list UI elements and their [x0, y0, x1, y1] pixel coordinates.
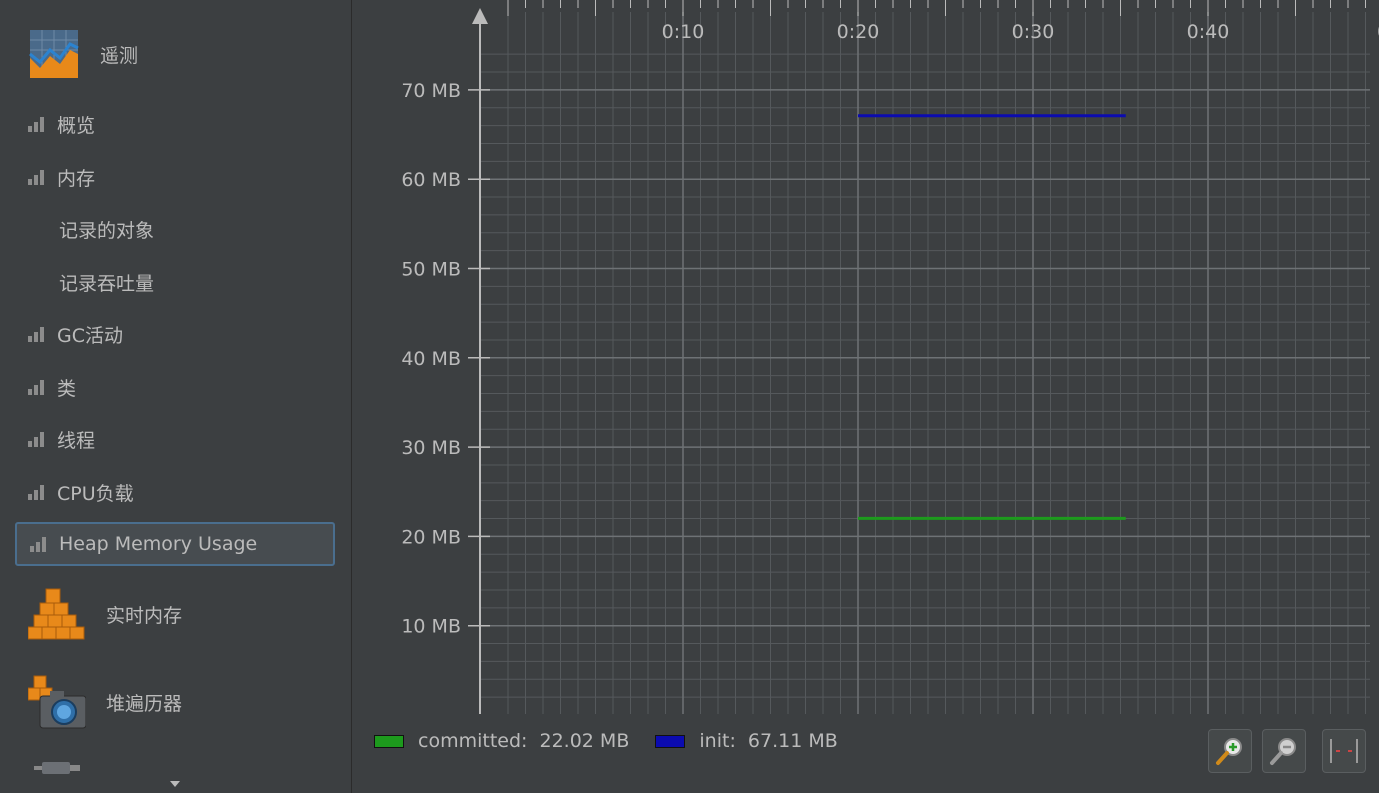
legend-label-committed: committed	[418, 730, 522, 752]
sidebar-item-label: CPU负载	[57, 482, 134, 505]
x-tick-label: 0:30	[1012, 21, 1055, 43]
bar-chart-icon	[28, 170, 44, 185]
fit-button[interactable]	[1322, 729, 1366, 773]
sidebar: 遥测 概览内存记录的对象记录吞吐量 GC活动类线程 CPU负载 Heap Memory…	[0, 0, 352, 793]
nav-telemetry-label: 遥测	[100, 44, 139, 67]
sidebar-item-label: GC活动	[57, 324, 123, 347]
sidebar-item-label: 内存	[57, 167, 96, 190]
sidebar-item-8[interactable]: Heap Memory Usage	[15, 522, 335, 566]
bar-chart-icon	[28, 117, 44, 132]
sidebar-item-label: 记录吞吐量	[59, 272, 155, 295]
y-tick-label: 70 MB	[401, 80, 461, 102]
zoom-in-icon	[1216, 738, 1242, 765]
bar-chart-icon	[28, 432, 44, 447]
sidebar-item-5[interactable]: 类	[15, 365, 335, 409]
zoom-in-button[interactable]	[1208, 729, 1252, 773]
nav-heap-walker-label: 堆遍历器	[106, 692, 183, 715]
legend-entry-committed: committed: 22.02 MB	[374, 730, 629, 752]
telemetry-chart-icon	[29, 30, 79, 78]
nav-telemetry[interactable]: 遥测	[28, 24, 138, 84]
camera-cubes-icon	[28, 675, 86, 729]
bar-chart-icon	[28, 327, 44, 342]
sidebar-item-label: 概览	[57, 114, 96, 137]
legend-entry-init: init: 67.11 MB	[655, 730, 838, 752]
y-tick-label: 60 MB	[401, 169, 461, 191]
sidebar-item-7[interactable]: CPU负载	[15, 470, 335, 514]
sidebar-item-1[interactable]: 内存	[15, 155, 335, 199]
chart-legend: committed: 22.02 MB init: 67.11 MB	[374, 728, 864, 754]
x-tick-label: 0:10	[662, 21, 705, 43]
sidebar-item-2[interactable]: 记录的对象	[15, 207, 335, 251]
orange-cubes-icon	[28, 588, 85, 640]
bar-chart-icon	[30, 537, 46, 552]
nav-live-memory-label: 实时内存	[106, 604, 183, 627]
sidebar-item-3[interactable]: 记录吞吐量	[15, 260, 335, 304]
legend-value-committed: 22.02 MB	[539, 730, 630, 752]
sidebar-item-6[interactable]: 线程	[15, 417, 335, 461]
chart-canvas[interactable]: 10 MB 20 MB 30 MB 40 MB 50 MB 60 MB 70 MB 0:10 0…	[352, 0, 1379, 720]
sidebar-item-label: 线程	[57, 429, 96, 452]
plug-icon[interactable]	[34, 760, 82, 776]
sidebar-item-4[interactable]: GC活动	[15, 312, 335, 356]
y-tick-label: 10 MB	[401, 616, 461, 638]
heap-memory-chart: 10 MB 20 MB 30 MB 40 MB 50 MB 60 MB 70 MB 0:10 0…	[352, 0, 1379, 793]
sidebar-item-label: Heap Memory Usage	[59, 533, 258, 555]
y-tick-label: 20 MB	[401, 526, 461, 548]
legend-label-init: init	[699, 730, 730, 752]
fit-width-icon	[1330, 739, 1358, 763]
zoom-out-icon	[1270, 738, 1296, 765]
bar-chart-icon	[28, 380, 44, 395]
chevron-down-icon[interactable]	[169, 780, 181, 788]
nav-live-memory[interactable]: 实时内存	[28, 584, 182, 644]
y-tick-label: 50 MB	[401, 259, 461, 281]
bar-chart-icon	[28, 485, 44, 500]
sidebar-item-label: 类	[57, 377, 77, 400]
nav-heap-walker[interactable]: 堆遍历器	[28, 672, 182, 732]
legend-swatch-committed	[374, 734, 404, 748]
sidebar-item-label: 记录的对象	[59, 219, 155, 242]
legend-value-init: 67.11 MB	[747, 730, 838, 752]
sidebar-item-0[interactable]: 概览	[15, 102, 335, 146]
y-tick-label: 30 MB	[401, 437, 461, 459]
x-tick-label: 0:20	[837, 21, 880, 43]
zoom-out-button[interactable]	[1262, 729, 1306, 773]
x-tick-label: 0:40	[1187, 21, 1230, 43]
legend-swatch-init	[655, 734, 686, 748]
y-tick-label: 40 MB	[401, 348, 461, 370]
